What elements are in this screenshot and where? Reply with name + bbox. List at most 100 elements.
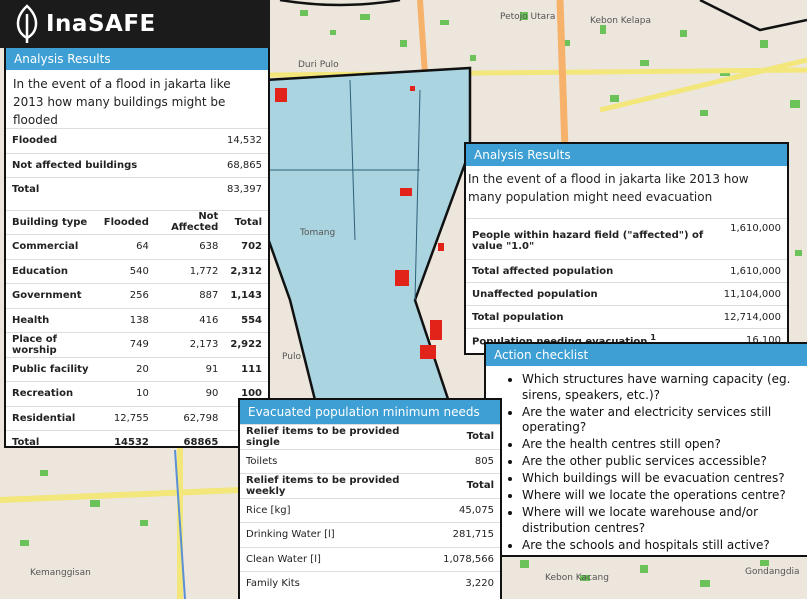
row-value: 12,714,000: [717, 305, 787, 329]
table-row: Total14532688658: [6, 430, 268, 446]
not-affected-value: 887: [154, 283, 225, 308]
map-label: Petojo Utara: [500, 12, 556, 22]
table-header-row: Building type Flooded Not Affected Total: [6, 209, 268, 235]
not-affected-value: 91: [154, 356, 225, 382]
flooded-value: 20: [97, 356, 155, 382]
table-row: Family Kits 3,220: [240, 571, 500, 596]
checklist-item: Are the health centres still open?: [522, 437, 807, 453]
checklist-item: Are the other public services accessible…: [522, 454, 807, 470]
not-affected-value: 416: [154, 307, 225, 333]
row-label: Government: [6, 283, 98, 308]
not-affected-value: 90: [154, 381, 225, 406]
row-label: Family Kits: [240, 571, 438, 596]
total-value: 1,143: [224, 283, 268, 308]
population-table: People within hazard field ("affected") …: [466, 218, 787, 351]
not-affected-value: 68865: [154, 430, 225, 446]
table-row: Relief items to be provided single Total: [240, 424, 500, 449]
not-affected-value: 62,798: [154, 405, 225, 431]
checklist: Which structures have warning capacity (…: [486, 372, 807, 553]
table-row: Total population 12,714,000: [466, 305, 787, 329]
row-label: Unaffected population: [466, 282, 718, 306]
table-row: Relief items to be provided weekly Total: [240, 473, 500, 498]
panel-intro: In the event of a flood in jakarta like …: [13, 77, 231, 127]
panel-title: Analysis Results: [466, 144, 787, 166]
row-value: 805: [437, 448, 500, 474]
table-row: Unaffected population 11,104,000: [466, 282, 787, 306]
flooded-value: 138: [97, 307, 155, 333]
column-header: Flooded: [97, 209, 155, 235]
total-value: 702: [224, 234, 268, 259]
not-affected-value: 1,772: [154, 258, 225, 284]
flooded-value: 14532: [97, 430, 155, 446]
row-label: Recreation: [6, 381, 98, 406]
flooded-value: 749: [97, 332, 155, 357]
checklist-item: Where will we locate warehouse and/or di…: [522, 505, 807, 536]
table-row: Public facility 20 91 111: [6, 356, 268, 382]
row-label: Drinking Water [l]: [240, 522, 438, 547]
table-row: Toilets 805: [240, 448, 500, 474]
table-row: People within hazard field ("affected") …: [466, 218, 787, 260]
panel-title: Evacuated population minimum needs: [240, 400, 500, 424]
checklist-item: Which structures have warning capacity (…: [522, 372, 807, 403]
row-label: Rice [kg]: [240, 497, 438, 523]
column-header: Not Affected: [154, 209, 225, 235]
row-value: 281,715: [437, 522, 500, 547]
table-row: Education 540 1,772 2,312: [6, 258, 268, 284]
total-value: 2,922: [224, 332, 268, 357]
total-value: 2,312: [224, 258, 268, 284]
table-row: Drinking Water [l] 281,715: [240, 522, 500, 547]
total-value: 111: [224, 356, 268, 382]
column-header: Total: [224, 209, 268, 235]
population-analysis-panel: Analysis Results In the event of a flood…: [464, 142, 789, 355]
row-value: Total: [437, 424, 500, 449]
row-value: 14,532: [201, 128, 268, 153]
table-row: Place of worship 749 2,173 2,922: [6, 332, 268, 357]
row-label: Relief items to be provided single: [240, 424, 438, 449]
table-row: Flooded 14,532: [6, 128, 268, 153]
table-row: Government 256 887 1,143: [6, 283, 268, 308]
panel-title: Action checklist: [486, 344, 807, 366]
flooded-value: 12,755: [97, 405, 155, 431]
footnote-marker: 1: [647, 332, 657, 343]
buildings-summary-table: Flooded 14,532 Not affected buildings 68,86…: [6, 128, 268, 202]
map-label: Pulo: [282, 352, 301, 362]
checklist-item: Are the schools and hospitals still acti…: [522, 538, 807, 554]
table-row: Commercial 64 638 702: [6, 234, 268, 259]
row-value: 1,078,566: [437, 546, 500, 572]
row-value: 1,610,000: [717, 259, 787, 283]
inasafe-logo: InaSAFE: [0, 0, 270, 48]
leaf-icon: [16, 4, 38, 43]
buildings-type-table: Building type Flooded Not Affected Total Com…: [6, 209, 268, 446]
row-label: Flooded: [6, 128, 202, 153]
panel-title: Analysis Results: [6, 48, 268, 70]
row-label: Clean Water [l]: [240, 546, 438, 572]
map-label: Tomang: [300, 228, 336, 238]
flooded-value: 10: [97, 381, 155, 406]
checklist-item: Where will we locate the operations cent…: [522, 488, 807, 504]
map-label: Kebon Kacang: [545, 573, 609, 583]
row-label: Place of worship: [6, 332, 98, 357]
row-value: 68,865: [201, 152, 268, 178]
row-label: Education: [6, 258, 98, 284]
row-label: Total: [6, 430, 98, 446]
table-row: Health 138 416 554: [6, 307, 268, 333]
row-label: Relief items to be provided weekly: [240, 473, 438, 498]
table-row: Clean Water [l] 1,078,566: [240, 546, 500, 572]
minimum-needs-panel: Evacuated population minimum needs Relie…: [238, 398, 502, 599]
needs-table: Relief items to be provided single Total T…: [240, 424, 500, 596]
flooded-value: 256: [97, 283, 155, 308]
flooded-value: 540: [97, 258, 155, 284]
map-label: Gondangdia: [745, 567, 800, 577]
table-row: Not affected buildings 68,865: [6, 152, 268, 178]
row-label: Public facility: [6, 356, 98, 382]
logo-text: InaSAFE: [46, 11, 156, 37]
row-label: Residential: [6, 405, 98, 431]
table-row: Rice [kg] 45,075: [240, 497, 500, 523]
not-affected-value: 2,173: [154, 332, 225, 357]
checklist-item: Are the water and electricity services s…: [522, 405, 807, 436]
panel-intro: In the event of a flood in jakarta like …: [468, 172, 749, 204]
row-label: Commercial: [6, 234, 98, 259]
row-label: Total affected population: [466, 259, 718, 283]
row-label: Health: [6, 307, 98, 333]
checklist-item: Which buildings will be evacuation centr…: [522, 471, 807, 487]
